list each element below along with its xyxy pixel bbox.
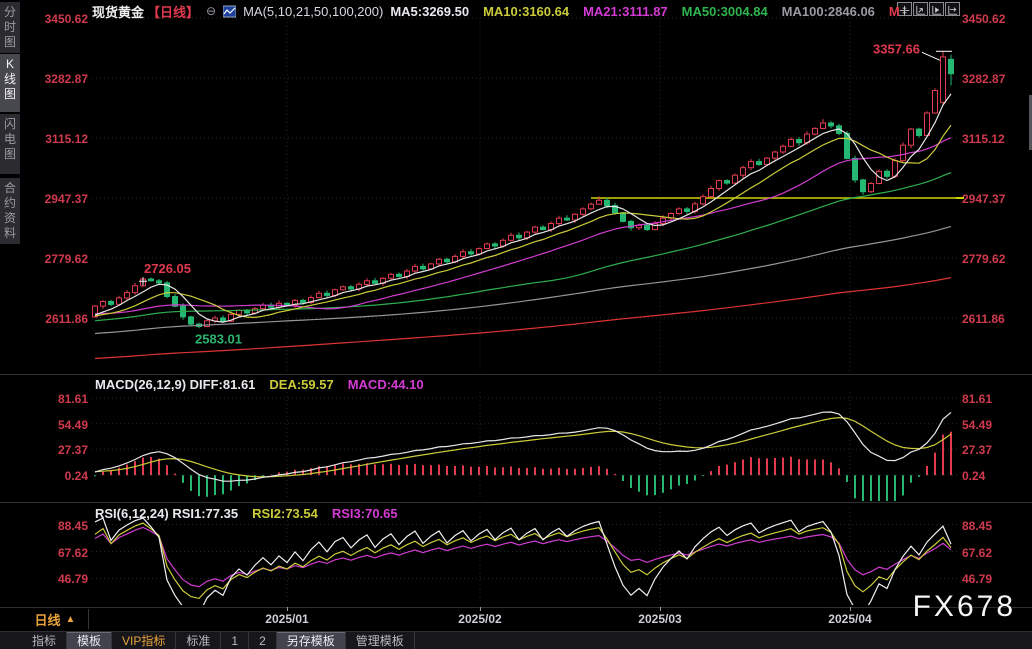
- chart-legend-header: 现货黄金【日线】 ⊖ MA(5,10,21,50,100,200) MA5:32…: [92, 3, 900, 19]
- rsi-tick-left: 88.45: [24, 519, 88, 533]
- rsi-title: RSI(6,12,24): [95, 506, 169, 521]
- rsi2-value: RSI2:73.54: [252, 506, 318, 521]
- time-label: 2025/01: [265, 612, 308, 626]
- price-tick-left: 3282.87: [24, 72, 88, 86]
- ma-value-2: MA10:3160.64: [483, 4, 569, 19]
- macd-tick-left: 0.24: [24, 469, 88, 483]
- macd-legend: MACD(26,12,9) DIFF:81.61 DEA:59.57 MACD:44…: [95, 377, 424, 392]
- price-tick-left: 3450.62: [24, 12, 88, 26]
- chart-canvas[interactable]: 2726.05 2583.01 3357.66: [0, 0, 1032, 649]
- rsi-tick-left: 67.62: [24, 546, 88, 560]
- svg-text:2583.01: 2583.01: [195, 331, 242, 346]
- toolbar-item-4[interactable]: 标准: [176, 632, 221, 649]
- ma-settings-label: MA(5,10,21,50,100,200): [243, 4, 383, 19]
- macd-dea-value: DEA:59.57: [269, 377, 333, 392]
- svg-text:2726.05: 2726.05: [144, 261, 191, 276]
- bottom-toolbar: 指标模板VIP指标标准12另存模板管理模板: [0, 631, 1032, 649]
- toolbar-item-3[interactable]: VIP指标: [112, 632, 176, 649]
- macd-tick-right: 0.24: [962, 469, 1028, 483]
- period-selector[interactable]: 日线 ▲: [22, 609, 89, 629]
- period-selector-label: 日线: [35, 610, 61, 629]
- collapse-icon[interactable]: ⊖: [206, 4, 216, 18]
- period-tag: 【日线】: [147, 2, 199, 21]
- time-tick: [480, 607, 481, 611]
- separator-main-macd: [0, 374, 1032, 375]
- ma-value-6: M: [889, 4, 900, 19]
- rsi1-value: RSI1:77.35: [172, 506, 238, 521]
- price-tick-right: 3450.62: [962, 12, 1028, 26]
- macd-tick-right: 54.49: [962, 418, 1028, 432]
- macd-diff-value: DIFF:81.61: [190, 377, 256, 392]
- trading-app-window: 分时图K线图闪电图合约资料 现货黄金【日线】 ⊖ MA(5,10,21,50,1…: [0, 0, 1032, 649]
- toolbar-item-8[interactable]: 管理模板: [346, 632, 415, 649]
- time-label: 2025/04: [828, 612, 871, 626]
- macd-macd-value: MACD:44.10: [348, 377, 424, 392]
- ma-value-1: MA5:3269.50: [390, 4, 469, 19]
- rsi-legend: RSI(6,12,24) RSI1:77.35 RSI2:73.54 RSI3:70…: [95, 506, 398, 521]
- svg-text:3357.66: 3357.66: [873, 41, 920, 56]
- toolbar-item-6[interactable]: 2: [249, 632, 277, 649]
- macd-title: MACD(26,12,9): [95, 377, 186, 392]
- period-selector-arrow-icon: ▲: [66, 614, 76, 625]
- toolbar-item-7[interactable]: 另存模板: [277, 632, 346, 649]
- rsi-tick-left: 46.79: [24, 572, 88, 586]
- time-tick: [850, 607, 851, 611]
- price-tick-left: 2611.86: [24, 312, 88, 326]
- macd-tick-right: 27.37: [962, 443, 1028, 457]
- macd-tick-left: 81.61: [24, 392, 88, 406]
- toolbar-item-5[interactable]: 1: [221, 632, 249, 649]
- price-tick-left: 2947.37: [24, 192, 88, 206]
- price-tick-right: 3282.87: [962, 72, 1028, 86]
- fx678-watermark: FX678: [913, 590, 1016, 624]
- rsi-tick-right: 67.62: [962, 546, 1028, 560]
- macd-tick-left: 54.49: [24, 418, 88, 432]
- rsi-tick-right: 88.45: [962, 519, 1028, 533]
- time-tick: [660, 607, 661, 611]
- rsi3-value: RSI3:70.65: [332, 506, 398, 521]
- ma-values: MA5:3269.50 MA10:3160.64 MA21:3111.87 MA50:…: [390, 4, 899, 19]
- toolbar-item-2[interactable]: 模板: [67, 632, 112, 649]
- indicator-chart-icon[interactable]: [223, 5, 236, 18]
- time-tick: [287, 607, 288, 611]
- symbol-name: 现货黄金: [92, 2, 144, 21]
- rsi-tick-right: 46.79: [962, 572, 1028, 586]
- time-label: 2025/03: [638, 612, 681, 626]
- price-tick-left: 3115.12: [24, 132, 88, 146]
- price-tick-left: 2779.62: [24, 252, 88, 266]
- ma-value-4: MA50:3004.84: [682, 4, 768, 19]
- time-label: 2025/02: [458, 612, 501, 626]
- toolbar-item-1[interactable]: 指标: [22, 632, 67, 649]
- ma-value-5: MA100:2846.06: [782, 4, 875, 19]
- ma-value-3: MA21:3111.87: [583, 4, 668, 19]
- separator-rsi-axis: [0, 607, 1032, 608]
- macd-tick-left: 27.37: [24, 443, 88, 457]
- macd-tick-right: 81.61: [962, 392, 1028, 406]
- price-tick-right: 3115.12: [962, 132, 1028, 146]
- price-tick-right: 2947.37: [962, 192, 1028, 206]
- price-tick-right: 2779.62: [962, 252, 1028, 266]
- price-tick-right: 2611.86: [962, 312, 1028, 326]
- separator-macd-rsi: [0, 502, 1032, 503]
